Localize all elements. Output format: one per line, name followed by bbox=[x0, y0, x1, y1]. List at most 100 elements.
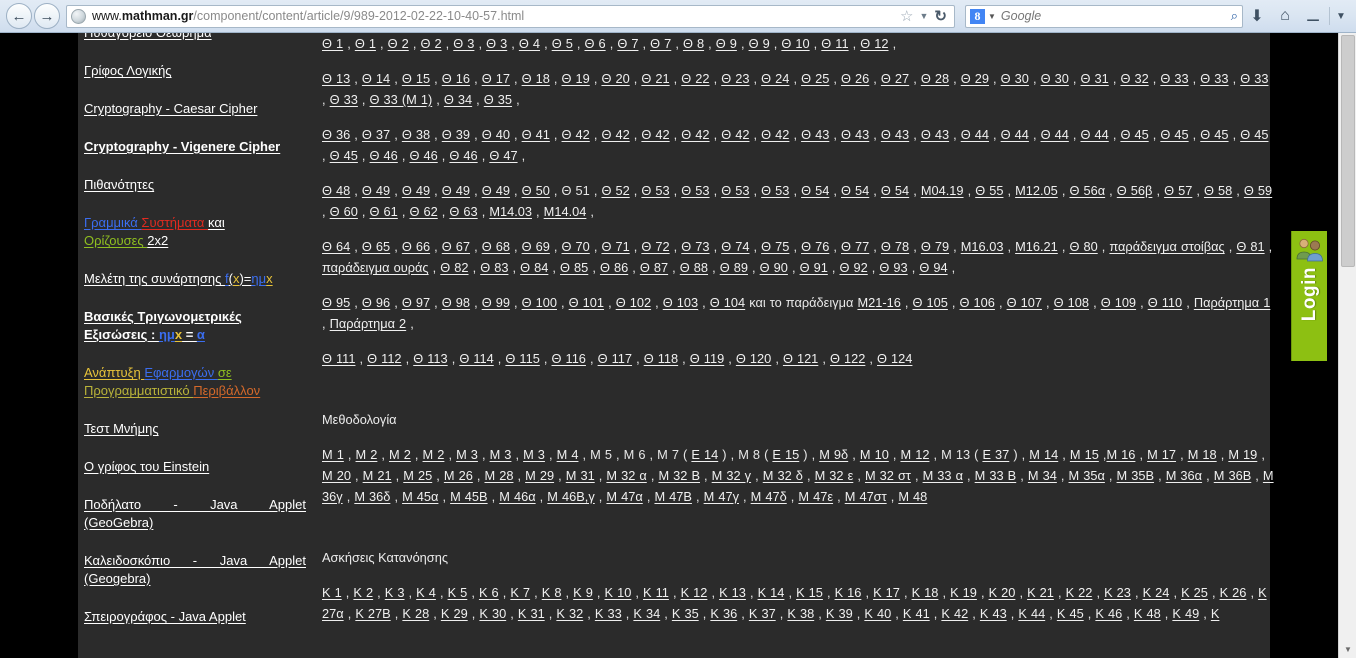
theorem-link[interactable]: Θ 93 bbox=[879, 260, 907, 275]
downloads-icon[interactable]: ⬇ bbox=[1243, 6, 1271, 26]
theorem-link[interactable]: Θ 118 bbox=[644, 351, 678, 366]
theorem-link[interactable]: Θ 49 bbox=[482, 183, 510, 198]
theorem-link[interactable]: Θ 102 bbox=[616, 295, 651, 310]
theorem-link[interactable]: Θ 78 bbox=[881, 239, 909, 254]
theorem-link[interactable]: Θ 115 bbox=[505, 351, 539, 366]
sidebar-item-probabilities[interactable]: Πιθανότητες bbox=[84, 176, 306, 194]
theorem-link[interactable]: Θ 32 bbox=[1120, 71, 1148, 86]
methodology-link[interactable]: Μ 32 δ bbox=[763, 468, 803, 483]
methodology-link[interactable]: Μ 47α bbox=[606, 489, 642, 504]
exercise-link[interactable]: Κ 13 bbox=[719, 585, 746, 600]
theorem-link[interactable]: Θ 30 bbox=[1001, 71, 1029, 86]
theorem-link[interactable]: Θ 42 bbox=[641, 127, 669, 142]
theorem-link[interactable]: Θ 75 bbox=[761, 239, 789, 254]
exercise-link[interactable]: Κ 29 bbox=[441, 606, 468, 621]
exercise-link[interactable]: Κ 17 bbox=[873, 585, 900, 600]
methodology-link[interactable]: Μ 47ε bbox=[798, 489, 833, 504]
methodology-link[interactable]: Μ 47στ bbox=[845, 489, 887, 504]
sidebar-item-caesar-cipher[interactable]: Cryptography - Caesar Cipher bbox=[84, 100, 306, 118]
theorem-link[interactable]: Θ 1 bbox=[355, 36, 376, 51]
exercise-link[interactable]: Κ 28 bbox=[402, 606, 429, 621]
methodology-link[interactable]: Μ 2 bbox=[423, 447, 445, 462]
theorem-link[interactable]: Θ 85 bbox=[560, 260, 588, 275]
sidebar-item-app-development[interactable]: Ανάπτυξη Εφαρμογών σε Προγραμματιστικό Πε… bbox=[84, 364, 306, 400]
menu-chevron-down-icon[interactable]: ▼ bbox=[1332, 11, 1350, 22]
theorem-link[interactable]: Θ 88 bbox=[680, 260, 708, 275]
exercise-link[interactable]: Κ 31 bbox=[518, 606, 545, 621]
theorem-link[interactable]: Θ 100 bbox=[522, 295, 557, 310]
theorem-link[interactable]: Θ 42 bbox=[601, 127, 629, 142]
theorem-link[interactable]: Μ16.21 bbox=[1015, 239, 1058, 254]
methodology-link[interactable]: Μ 32 στ bbox=[865, 468, 911, 483]
sidebar-item-kaleidoscope-applet[interactable]: Καλειδοσκόπιο - Java Applet (Geogebra) bbox=[84, 552, 306, 588]
theorem-link[interactable]: Θ 61 bbox=[370, 204, 398, 219]
sidebar-item-linear-systems[interactable]: Γραμμικά Συστήματα και Ορίζουσες 2x2 bbox=[84, 214, 306, 250]
methodology-link[interactable]: Μ 2 bbox=[389, 447, 411, 462]
exercise-link[interactable]: Κ 18 bbox=[912, 585, 939, 600]
home-icon[interactable]: ⌂ bbox=[1271, 7, 1299, 25]
theorem-link[interactable]: Θ 94 bbox=[919, 260, 947, 275]
methodology-link[interactable]: Μ 9δ bbox=[819, 447, 848, 462]
theorem-link[interactable]: Θ 35 bbox=[484, 92, 512, 107]
theorem-link[interactable]: Θ 54 bbox=[841, 183, 869, 198]
sidebar-item-pythagorean[interactable]: Πυθαγόρειο Θεώρημα bbox=[84, 33, 306, 42]
theorem-link[interactable]: Θ 54 bbox=[881, 183, 909, 198]
methodology-link[interactable]: Μ 45Β bbox=[450, 489, 488, 504]
theorem-link[interactable]: Θ 109 bbox=[1101, 295, 1136, 310]
exercise-link[interactable]: Κ 14 bbox=[758, 585, 785, 600]
theorem-link[interactable]: Θ 45 bbox=[1240, 127, 1268, 142]
theorem-link[interactable]: Θ 42 bbox=[761, 127, 789, 142]
theorem-link[interactable]: Θ 42 bbox=[681, 127, 709, 142]
methodology-link[interactable]: Ε 37 bbox=[982, 447, 1009, 462]
theorem-link[interactable]: Θ 44 bbox=[1001, 127, 1029, 142]
theorem-link[interactable]: Μ21-16 bbox=[857, 295, 900, 310]
theorem-link[interactable]: Θ 26 bbox=[841, 71, 869, 86]
methodology-link[interactable]: Μ 48 bbox=[898, 489, 927, 504]
theorem-link[interactable]: Θ 67 bbox=[442, 239, 470, 254]
methodology-link[interactable]: Μ 3 bbox=[523, 447, 545, 462]
theorem-link[interactable]: Παράρτημα 1 bbox=[1194, 295, 1271, 310]
theorem-link[interactable]: Θ 6 bbox=[585, 36, 606, 51]
sidebar-item-einstein-riddle[interactable]: Ο γρίφος του Einstein bbox=[84, 458, 306, 476]
theorem-link[interactable]: Θ 27 bbox=[881, 71, 909, 86]
methodology-link[interactable]: Μ 20 bbox=[322, 468, 351, 483]
theorem-link[interactable]: Θ 119 bbox=[690, 351, 724, 366]
theorem-link[interactable]: Θ 71 bbox=[601, 239, 629, 254]
theorem-link[interactable]: Θ 33 bbox=[1200, 71, 1228, 86]
theorem-link[interactable]: Θ 46 bbox=[409, 148, 437, 163]
theorem-link[interactable]: Θ 87 bbox=[640, 260, 668, 275]
exercise-link[interactable]: Κ 39 bbox=[826, 606, 853, 621]
theorem-link[interactable]: παράδειγμα στοίβας bbox=[1109, 239, 1224, 254]
theorem-link[interactable]: Θ 36 bbox=[322, 127, 350, 142]
exercise-link[interactable]: Κ 45 bbox=[1057, 606, 1084, 621]
theorem-link[interactable]: Θ 9 bbox=[749, 36, 770, 51]
methodology-link[interactable]: Μ 35Β bbox=[1117, 468, 1155, 483]
exercise-link[interactable]: Κ 9 bbox=[573, 585, 593, 600]
exercise-link[interactable]: Κ 5 bbox=[448, 585, 468, 600]
theorem-link[interactable]: Θ 97 bbox=[402, 295, 430, 310]
theorem-link[interactable]: Θ 52 bbox=[601, 183, 629, 198]
exercise-link[interactable]: Κ 6 bbox=[479, 585, 499, 600]
theorem-link[interactable]: Θ 43 bbox=[801, 127, 829, 142]
theorem-link[interactable]: Θ 111 bbox=[322, 351, 355, 366]
theorem-link[interactable]: Θ 53 bbox=[681, 183, 709, 198]
theorem-link[interactable]: Θ 101 bbox=[569, 295, 604, 310]
exercise-link[interactable]: Κ 21 bbox=[1027, 585, 1054, 600]
theorem-link[interactable]: Θ 1 bbox=[322, 36, 343, 51]
exercise-link[interactable]: Κ 37 bbox=[749, 606, 776, 621]
theorem-link[interactable]: Θ 41 bbox=[522, 127, 550, 142]
theorem-link[interactable]: Θ 105 bbox=[913, 295, 948, 310]
methodology-link[interactable]: Μ 36δ bbox=[354, 489, 390, 504]
theorem-link[interactable]: Θ 91 bbox=[800, 260, 828, 275]
methodology-link[interactable]: Μ 36Β bbox=[1214, 468, 1252, 483]
exercise-link[interactable]: Κ 23 bbox=[1104, 585, 1131, 600]
theorem-link[interactable]: Θ 108 bbox=[1054, 295, 1089, 310]
theorem-link[interactable]: Θ 64 bbox=[322, 239, 350, 254]
theorem-link[interactable]: Θ 24 bbox=[761, 71, 789, 86]
theorem-link[interactable]: Θ 42 bbox=[721, 127, 749, 142]
login-tab[interactable]: Login bbox=[1291, 231, 1327, 361]
theorem-link[interactable]: Θ 30 bbox=[1041, 71, 1069, 86]
theorem-link[interactable]: Θ 99 bbox=[482, 295, 510, 310]
methodology-link[interactable]: Μ 28 bbox=[485, 468, 514, 483]
theorem-link[interactable]: Θ 58 bbox=[1204, 183, 1232, 198]
